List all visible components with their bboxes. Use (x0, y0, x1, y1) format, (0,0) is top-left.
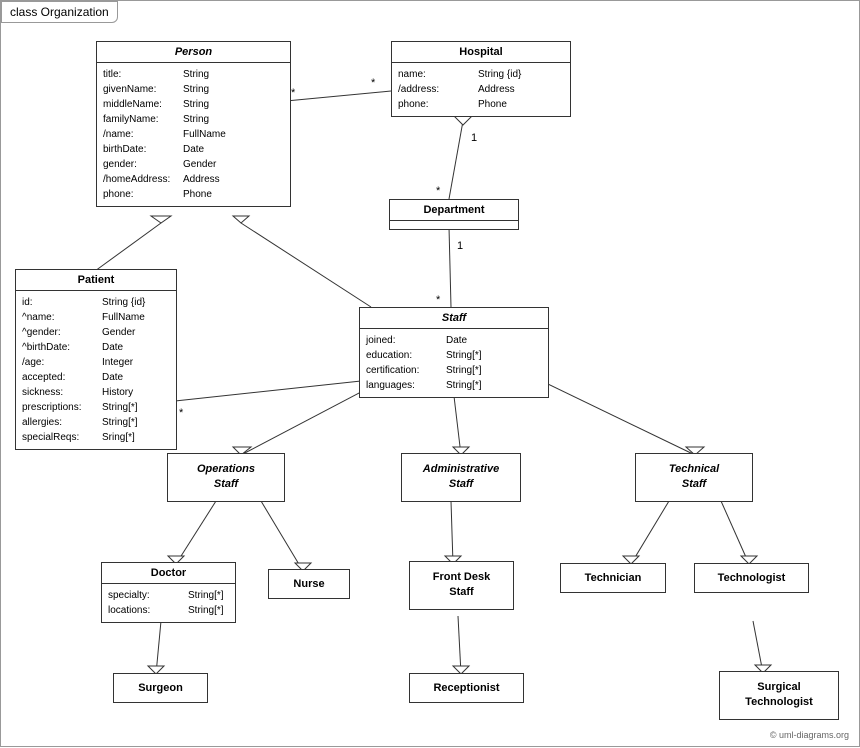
class-department-header: Department (390, 200, 518, 221)
class-hospital-body: name:String {id} /address:Address phone:… (392, 63, 570, 116)
class-receptionist-label: Receptionist (416, 682, 517, 694)
class-patient-body: id:String {id} ^name:FullName ^gender:Ge… (16, 291, 176, 449)
class-nurse: Nurse (268, 569, 350, 599)
class-operations-staff: OperationsStaff (167, 453, 285, 502)
class-person: Person title:String givenName:String mid… (96, 41, 291, 207)
class-surgical-technologist-label: SurgicalTechnologist (726, 680, 832, 711)
svg-text:*: * (436, 294, 441, 306)
class-admin-staff: AdministrativeStaff (401, 453, 521, 502)
class-hospital: Hospital name:String {id} /address:Addre… (391, 41, 571, 117)
class-person-body: title:String givenName:String middleName… (97, 63, 290, 206)
copyright: © uml-diagrams.org (770, 730, 849, 740)
class-doctor: Doctor specialty:String[*] locations:Str… (101, 562, 236, 623)
class-nurse-label: Nurse (275, 578, 343, 590)
class-surgical-technologist: SurgicalTechnologist (719, 671, 839, 720)
class-technologist: Technologist (694, 563, 809, 593)
diagram-title: class Organization (1, 1, 118, 23)
class-technical-staff-label: TechnicalStaff (642, 462, 746, 493)
class-hospital-header: Hospital (392, 42, 570, 63)
class-admin-staff-label: AdministrativeStaff (408, 462, 514, 493)
class-staff: Staff joined:Date education:String[*] ce… (359, 307, 549, 398)
class-department: Department (389, 199, 519, 230)
svg-text:*: * (436, 185, 441, 197)
class-technologist-label: Technologist (701, 572, 802, 584)
class-technician: Technician (560, 563, 666, 593)
diagram-container: class Organization * * 1 * 1 * * (0, 0, 860, 747)
svg-text:*: * (371, 77, 376, 89)
class-front-desk: Front DeskStaff (409, 561, 514, 610)
class-person-header: Person (97, 42, 290, 63)
class-staff-body: joined:Date education:String[*] certific… (360, 329, 548, 397)
class-staff-header: Staff (360, 308, 548, 329)
class-doctor-body: specialty:String[*] locations:String[*] (102, 584, 235, 622)
class-surgeon-label: Surgeon (120, 682, 201, 694)
class-technical-staff: TechnicalStaff (635, 453, 753, 502)
class-doctor-header: Doctor (102, 563, 235, 584)
svg-text:*: * (179, 407, 184, 419)
svg-text:*: * (291, 87, 296, 99)
class-technician-label: Technician (567, 572, 659, 584)
class-surgeon: Surgeon (113, 673, 208, 703)
class-patient-header: Patient (16, 270, 176, 291)
class-front-desk-label: Front DeskStaff (416, 570, 507, 601)
svg-text:1: 1 (471, 132, 477, 144)
class-operations-staff-label: OperationsStaff (174, 462, 278, 493)
class-receptionist: Receptionist (409, 673, 524, 703)
class-patient: Patient id:String {id} ^name:FullName ^g… (15, 269, 177, 450)
svg-text:1: 1 (457, 240, 463, 252)
class-department-body (390, 221, 518, 229)
